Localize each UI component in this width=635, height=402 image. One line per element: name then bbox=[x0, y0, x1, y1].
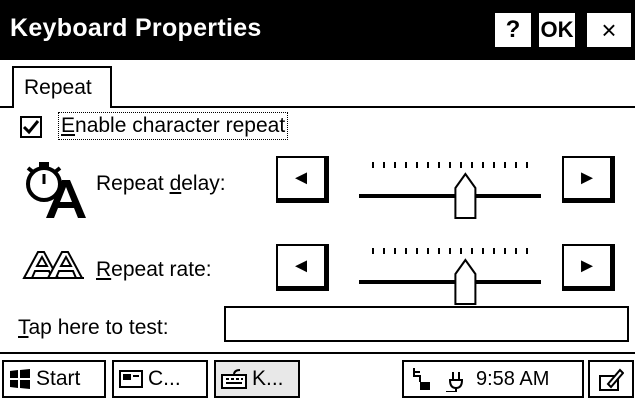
taskbar-item-label: K... bbox=[252, 367, 284, 390]
close-button[interactable]: × bbox=[585, 11, 633, 49]
stopwatch-icon bbox=[26, 162, 86, 218]
pen-icon bbox=[599, 368, 624, 391]
tab-repeat[interactable]: Repeat bbox=[12, 66, 112, 108]
taskbar-item-control-panel[interactable]: C... bbox=[112, 360, 208, 398]
taskbar: Start C... K... 9:58 AM bbox=[0, 352, 635, 402]
start-label: Start bbox=[36, 367, 81, 390]
delay-decrease-button[interactable]: ◄ bbox=[276, 156, 329, 203]
taskbar-item-label: C... bbox=[148, 367, 181, 390]
right-arrow-icon: ► bbox=[577, 254, 597, 277]
right-arrow-icon: ► bbox=[577, 166, 597, 189]
slider-thumb[interactable] bbox=[454, 258, 477, 305]
slider-thumb[interactable] bbox=[454, 172, 477, 219]
repeat-rate-label: Repeat rate: bbox=[96, 258, 212, 281]
left-arrow-icon: ◄ bbox=[291, 254, 311, 277]
rate-decrease-button[interactable]: ◄ bbox=[276, 244, 329, 291]
left-arrow-icon: ◄ bbox=[291, 166, 311, 189]
keyboard-icon bbox=[221, 369, 247, 389]
clock[interactable]: 9:58 AM bbox=[476, 368, 549, 391]
connection-icon[interactable] bbox=[410, 366, 434, 392]
taskbar-item-keyboard[interactable]: K... bbox=[214, 360, 300, 398]
windows-flag-icon bbox=[10, 369, 30, 389]
repeat-delay-label: Repeat delay: bbox=[96, 172, 226, 195]
checkmark-icon bbox=[22, 120, 40, 135]
delay-increase-button[interactable]: ► bbox=[562, 156, 615, 203]
power-plug-icon[interactable] bbox=[442, 366, 468, 392]
help-button[interactable]: ? bbox=[493, 11, 533, 49]
ok-button[interactable]: OK bbox=[537, 11, 577, 49]
test-label: Tap here to test: bbox=[18, 316, 169, 339]
test-input[interactable] bbox=[224, 306, 629, 342]
slider-track bbox=[359, 280, 541, 284]
start-button[interactable]: Start bbox=[2, 360, 106, 398]
slider-track bbox=[359, 194, 541, 198]
window-title: Keyboard Properties bbox=[10, 14, 262, 42]
system-tray: 9:58 AM bbox=[402, 360, 584, 398]
repeat-delay-slider[interactable] bbox=[355, 152, 545, 222]
control-panel-icon bbox=[119, 370, 143, 388]
repeat-rate-slider[interactable] bbox=[355, 238, 545, 308]
repeat-rate-icon bbox=[22, 251, 84, 279]
rate-increase-button[interactable]: ► bbox=[562, 244, 615, 291]
title-bar: Keyboard Properties ? OK × bbox=[0, 0, 635, 60]
enable-repeat-label[interactable]: Enable character repeat bbox=[58, 112, 289, 140]
enable-repeat-checkbox[interactable] bbox=[20, 116, 42, 138]
input-panel-button[interactable] bbox=[588, 360, 634, 398]
tab-repeat-label: Repeat bbox=[24, 76, 92, 99]
